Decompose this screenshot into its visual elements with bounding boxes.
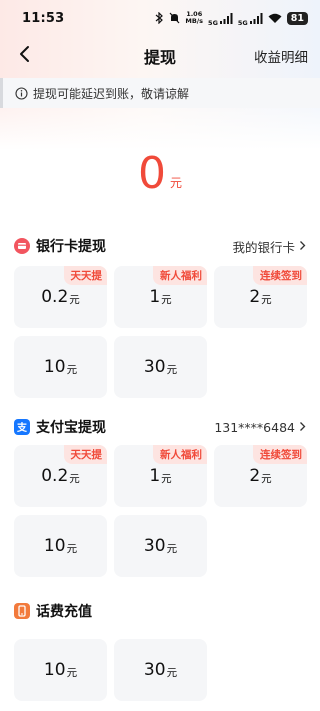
balance-amount: 0 bbox=[137, 147, 166, 199]
tag-checkin: 连续签到 bbox=[253, 445, 307, 464]
option-amount: 1 bbox=[149, 287, 161, 307]
my-bank-card-link[interactable]: 我的银行卡 bbox=[232, 237, 306, 256]
chevron-right-icon bbox=[299, 239, 306, 254]
option-unit: 元 bbox=[261, 472, 272, 485]
status-icons: 1.06 MB/s 5G 5G 81 bbox=[155, 9, 308, 27]
alipay-options-grid: 天天提 0.2 元 新人福利 1 元 连续签到 2 元 10 元 30 元 bbox=[0, 445, 320, 577]
wifi-icon bbox=[268, 13, 282, 24]
option-unit: 元 bbox=[261, 293, 272, 306]
earnings-detail-link[interactable]: 收益明细 bbox=[254, 46, 308, 66]
bank-section-header: 银行卡提现 我的银行卡 bbox=[0, 230, 320, 262]
bank-option-30[interactable]: 30 元 bbox=[114, 336, 207, 398]
status-time: 11:53 bbox=[22, 10, 65, 26]
bank-option-2[interactable]: 连续签到 2 元 bbox=[214, 266, 307, 328]
status-bar: 11:53 1.06 MB/s 5G 5G 81 bbox=[0, 0, 320, 36]
option-amount: 10 bbox=[43, 357, 66, 377]
alipay-account-link[interactable]: 131****6484 bbox=[214, 420, 306, 435]
nav-bar: 提现 收益明细 bbox=[0, 36, 320, 76]
alipay-option-2[interactable]: 连续签到 2 元 bbox=[214, 445, 307, 507]
back-button[interactable] bbox=[12, 44, 36, 68]
phone-option-10[interactable]: 10 元 bbox=[14, 639, 107, 701]
option-amount: 30 bbox=[143, 660, 166, 680]
signal-1-label: 5G bbox=[208, 19, 218, 27]
notice-banner: 提现可能延迟到账，敬请谅解 bbox=[0, 78, 320, 108]
option-amount: 2 bbox=[249, 287, 261, 307]
alipay-option-10[interactable]: 10 元 bbox=[14, 515, 107, 577]
alipay-option-0.2[interactable]: 天天提 0.2 元 bbox=[14, 445, 107, 507]
option-unit: 元 bbox=[166, 666, 178, 679]
tag-newcomer: 新人福利 bbox=[153, 266, 207, 285]
my-bank-card-label: 我的银行卡 bbox=[232, 239, 295, 255]
bank-option-10[interactable]: 10 元 bbox=[14, 336, 107, 398]
alipay-section-title: 支付宝提现 bbox=[36, 420, 106, 436]
notice-text: 提现可能延迟到账，敬请谅解 bbox=[33, 86, 190, 101]
option-amount: 1 bbox=[149, 466, 161, 486]
signal-2-icon bbox=[249, 12, 263, 24]
option-unit: 元 bbox=[66, 666, 78, 679]
bank-options-grid: 天天提 0.2 元 新人福利 1 元 连续签到 2 元 10 元 30 元 bbox=[0, 266, 320, 398]
alipay-section-header: 支 支付宝提现 131****6484 bbox=[0, 411, 320, 443]
back-arrow-icon bbox=[18, 45, 30, 67]
bank-section-title: 银行卡提现 bbox=[36, 239, 106, 255]
tag-newcomer: 新人福利 bbox=[153, 445, 207, 464]
option-amount: 0.2 bbox=[41, 287, 69, 307]
option-amount: 10 bbox=[43, 536, 66, 556]
network-speed-unit: MB/s bbox=[185, 17, 204, 25]
option-unit: 元 bbox=[166, 542, 178, 555]
mute-icon bbox=[169, 12, 180, 24]
bluetooth-icon bbox=[155, 12, 164, 24]
alipay-account: 131****6484 bbox=[214, 419, 295, 435]
option-unit: 元 bbox=[66, 542, 78, 555]
balance-display: 0 元 bbox=[0, 108, 320, 230]
balance-unit: 元 bbox=[169, 175, 182, 190]
bank-option-0.2[interactable]: 天天提 0.2 元 bbox=[14, 266, 107, 328]
network-speed: 1.06 MB/s bbox=[185, 11, 203, 25]
option-amount: 2 bbox=[249, 466, 261, 486]
option-unit: 元 bbox=[161, 472, 172, 485]
option-amount: 30 bbox=[143, 357, 166, 377]
option-unit: 元 bbox=[69, 293, 80, 306]
signal-2-label: 5G bbox=[237, 19, 248, 27]
tag-checkin: 连续签到 bbox=[253, 266, 307, 285]
alipay-option-30[interactable]: 30 元 bbox=[114, 515, 207, 577]
option-amount: 10 bbox=[43, 660, 66, 680]
bank-option-1[interactable]: 新人福利 1 元 bbox=[114, 266, 207, 328]
alipay-option-1[interactable]: 新人福利 1 元 bbox=[114, 445, 207, 507]
phone-section-header: 话费充值 bbox=[0, 595, 320, 627]
info-icon bbox=[15, 86, 28, 100]
signal-1-icon bbox=[219, 12, 233, 24]
battery-indicator: 81 bbox=[286, 11, 308, 25]
bank-card-icon bbox=[14, 238, 30, 254]
option-unit: 元 bbox=[66, 363, 78, 376]
alipay-icon: 支 bbox=[14, 419, 30, 435]
phone-options-grid: 10 元 30 元 bbox=[0, 639, 320, 701]
option-unit: 元 bbox=[69, 472, 80, 485]
tag-daily: 天天提 bbox=[63, 445, 107, 464]
phone-section-title: 话费充值 bbox=[36, 604, 92, 620]
chevron-right-icon bbox=[299, 420, 306, 435]
option-amount: 30 bbox=[143, 536, 166, 556]
svg-text:支: 支 bbox=[16, 421, 28, 434]
option-unit: 元 bbox=[166, 363, 178, 376]
phone-option-30[interactable]: 30 元 bbox=[114, 639, 207, 701]
option-unit: 元 bbox=[161, 293, 172, 306]
option-amount: 0.2 bbox=[41, 466, 69, 486]
tag-daily: 天天提 bbox=[63, 266, 107, 285]
phone-icon bbox=[14, 603, 30, 619]
